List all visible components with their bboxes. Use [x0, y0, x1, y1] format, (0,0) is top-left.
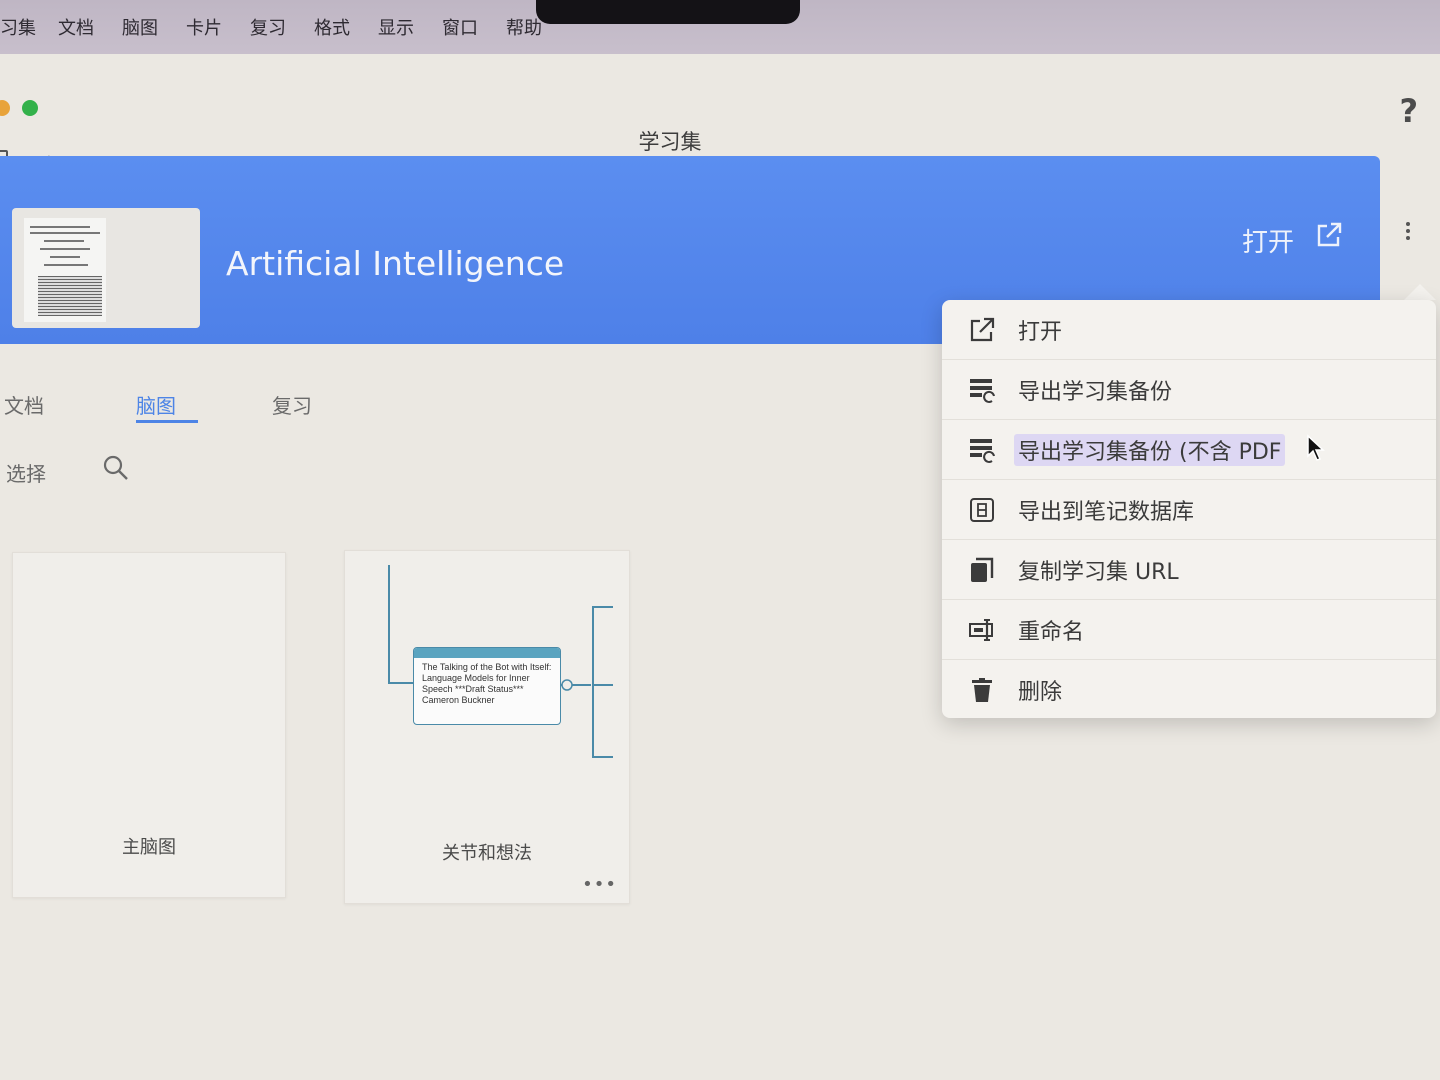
context-menu: 打开 导出学习集备份 导出学习集备份 (不含 PDF 导出到笔记数据库 复制学习…: [942, 300, 1436, 718]
more-options-icon[interactable]: [1404, 222, 1412, 244]
tab-documents[interactable]: 文档: [4, 390, 44, 419]
open-external-icon: [970, 317, 995, 341]
mindmap-card-notes[interactable]: The Talking of the Bot with Itself: Lang…: [344, 550, 630, 904]
open-external-icon[interactable]: [1314, 220, 1344, 250]
document-page-preview: [24, 218, 106, 322]
export-backup-icon: [970, 378, 995, 403]
mindmap-card-label: 主脑图: [122, 837, 176, 858]
menu-item-label: 打开: [1018, 319, 1063, 345]
export-notes-db-icon: [970, 497, 994, 522]
mindmap-node: The Talking of the Bot with Itself: Lang…: [413, 647, 561, 725]
card-more-icon[interactable]: •••: [582, 874, 617, 895]
menu-item-label: 删除: [1018, 680, 1063, 705]
menu-item-label: 重命名: [1018, 619, 1085, 645]
copy-icon: [971, 557, 994, 582]
menu-help[interactable]: 帮助: [506, 14, 542, 40]
menu-item-export-backup[interactable]: 导出学习集备份: [942, 360, 1436, 420]
window-controls: [0, 100, 38, 116]
menu-item-open[interactable]: 打开: [942, 300, 1436, 360]
menu-item-rename[interactable]: 重命名: [942, 600, 1436, 660]
menu-item-export-notes-db[interactable]: 导出到笔记数据库: [942, 480, 1436, 540]
menu-item-copy-url[interactable]: 复制学习集 URL: [942, 540, 1436, 600]
menu-review[interactable]: 复习: [250, 14, 286, 40]
help-icon[interactable]: ?: [1399, 92, 1418, 130]
export-backup-no-pdf-icon: [970, 438, 995, 463]
window-title: 学习集: [638, 130, 702, 154]
tab-mindmaps[interactable]: 脑图: [136, 390, 176, 419]
menu-item-label: 导出到笔记数据库: [1018, 499, 1195, 525]
document-thumbnail[interactable]: [12, 208, 200, 328]
learning-set-title: Artificial Intelligence: [226, 244, 565, 283]
menu-item-label: 导出学习集备份: [1018, 379, 1173, 405]
trash-icon: [972, 678, 992, 702]
menu-window[interactable]: 窗口: [442, 14, 478, 40]
menu-mindmap[interactable]: 脑图: [122, 14, 158, 40]
menu-item-label: 复制学习集 URL: [1018, 559, 1179, 585]
menu-bar: 习集 文档 脑图 卡片 复习 格式 显示 窗口 帮助: [0, 0, 1440, 54]
menu-item-delete[interactable]: 删除: [942, 660, 1436, 720]
menu-pointer: [1404, 284, 1436, 300]
rename-icon: [969, 618, 993, 641]
open-button[interactable]: 打开: [1242, 222, 1294, 259]
menu-learning-set[interactable]: 习集: [0, 14, 36, 40]
menu-item-export-backup-no-pdf[interactable]: 导出学习集备份 (不含 PDF: [942, 420, 1436, 480]
menu-item-label: 导出学习集备份 (不含 PDF: [1014, 433, 1286, 466]
menu-format[interactable]: 格式: [314, 14, 350, 40]
mindmap-card-label: 关节和想法: [442, 843, 532, 864]
tab-review[interactable]: 复习: [272, 390, 312, 419]
mindmap-card-main[interactable]: 主脑图: [12, 552, 286, 898]
menu-cards[interactable]: 卡片: [186, 14, 222, 40]
select-button[interactable]: 选择: [6, 458, 46, 487]
mindmap-node-text: The Talking of the Bot with Itself: Lang…: [422, 662, 552, 705]
menu-document[interactable]: 文档: [58, 14, 94, 40]
search-icon[interactable]: [102, 454, 130, 482]
mouse-cursor-icon: [1307, 434, 1325, 461]
zoom-button[interactable]: [22, 100, 38, 116]
active-tab-indicator: [136, 420, 198, 423]
menu-view[interactable]: 显示: [378, 14, 414, 40]
camera-notch: [536, 0, 800, 24]
minimize-button[interactable]: [0, 100, 10, 116]
screen: 习集 文档 脑图 卡片 复习 格式 显示 窗口 帮助 ? ‹ 学习集: [0, 0, 1440, 1080]
